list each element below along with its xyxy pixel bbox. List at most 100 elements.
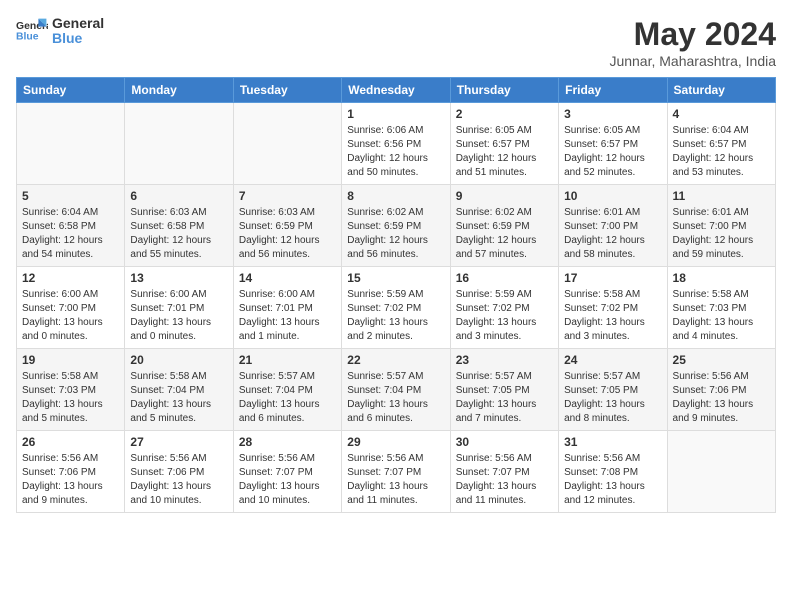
- day-info: Sunrise: 5:56 AM Sunset: 7:06 PM Dayligh…: [673, 370, 770, 426]
- location-title: Junnar, Maharashtra, India: [609, 53, 776, 69]
- calendar-cell: 23 Sunrise: 5:57 AM Sunset: 7:05 PM Dayli…: [450, 349, 558, 431]
- day-number: 19: [22, 353, 119, 367]
- day-number: 21: [239, 353, 336, 367]
- day-info: Sunrise: 5:58 AM Sunset: 7:03 PM Dayligh…: [22, 370, 119, 426]
- weekday-tuesday: Tuesday: [233, 78, 341, 103]
- calendar-cell: 8 Sunrise: 6:02 AM Sunset: 6:59 PM Daylig…: [342, 185, 450, 267]
- day-info: Sunrise: 5:57 AM Sunset: 7:05 PM Dayligh…: [456, 370, 553, 426]
- day-info: Sunrise: 5:59 AM Sunset: 7:02 PM Dayligh…: [347, 288, 444, 344]
- calendar-cell: [17, 103, 125, 185]
- day-number: 6: [130, 189, 227, 203]
- day-number: 5: [22, 189, 119, 203]
- day-number: 16: [456, 271, 553, 285]
- title-block: May 2024 Junnar, Maharashtra, India: [609, 16, 776, 69]
- weekday-thursday: Thursday: [450, 78, 558, 103]
- calendar-week-5: 26 Sunrise: 5:56 AM Sunset: 7:06 PM Dayli…: [17, 431, 776, 513]
- day-number: 13: [130, 271, 227, 285]
- day-info: Sunrise: 6:00 AM Sunset: 7:00 PM Dayligh…: [22, 288, 119, 344]
- day-number: 12: [22, 271, 119, 285]
- calendar-cell: 26Sunrise: 5:56 AM Sunset: 7:06 PM Dayli…: [17, 431, 125, 513]
- calendar-cell: 5 Sunrise: 6:04 AM Sunset: 6:58 PM Daylig…: [17, 185, 125, 267]
- calendar-cell: 6 Sunrise: 6:03 AM Sunset: 6:58 PM Daylig…: [125, 185, 233, 267]
- calendar-cell: 17Sunrise: 5:58 AM Sunset: 7:02 PM Dayli…: [559, 267, 667, 349]
- weekday-monday: Monday: [125, 78, 233, 103]
- calendar-cell: 25Sunrise: 5:56 AM Sunset: 7:06 PM Dayli…: [667, 349, 775, 431]
- day-info: Sunrise: 6:05 AM Sunset: 6:57 PM Dayligh…: [456, 124, 553, 180]
- day-number: 9: [456, 189, 553, 203]
- calendar-cell: 9 Sunrise: 6:02 AM Sunset: 6:59 PM Daylig…: [450, 185, 558, 267]
- calendar-cell: 15 Sunrise: 5:59 AM Sunset: 7:02 PM Dayli…: [342, 267, 450, 349]
- calendar-cell: 3 Sunrise: 6:05 AM Sunset: 6:57 PM Daylig…: [559, 103, 667, 185]
- day-info: Sunrise: 6:04 AM Sunset: 6:58 PM Dayligh…: [22, 206, 119, 262]
- day-number: 30: [456, 435, 553, 449]
- calendar-cell: 19 Sunrise: 5:58 AM Sunset: 7:03 PM Dayli…: [17, 349, 125, 431]
- logo-text-general: General: [52, 16, 104, 31]
- calendar-cell: 16 Sunrise: 5:59 AM Sunset: 7:02 PM Dayli…: [450, 267, 558, 349]
- weekday-header-row: SundayMondayTuesdayWednesdayThursdayFrid…: [17, 78, 776, 103]
- logo-icon: General Blue: [16, 17, 48, 45]
- day-info: Sunrise: 6:00 AM Sunset: 7:01 PM Dayligh…: [239, 288, 336, 344]
- calendar-cell: 2 Sunrise: 6:05 AM Sunset: 6:57 PM Daylig…: [450, 103, 558, 185]
- page-header: General Blue General Blue May 2024 Junna…: [16, 16, 776, 69]
- weekday-wednesday: Wednesday: [342, 78, 450, 103]
- day-number: 24: [564, 353, 661, 367]
- calendar-cell: 21 Sunrise: 5:57 AM Sunset: 7:04 PM Dayli…: [233, 349, 341, 431]
- calendar-week-2: 5 Sunrise: 6:04 AM Sunset: 6:58 PM Daylig…: [17, 185, 776, 267]
- day-info: Sunrise: 6:06 AM Sunset: 6:56 PM Dayligh…: [347, 124, 444, 180]
- day-info: Sunrise: 6:01 AM Sunset: 7:00 PM Dayligh…: [673, 206, 770, 262]
- day-number: 31: [564, 435, 661, 449]
- day-number: 20: [130, 353, 227, 367]
- day-number: 10: [564, 189, 661, 203]
- calendar-cell: 1 Sunrise: 6:06 AM Sunset: 6:56 PM Daylig…: [342, 103, 450, 185]
- day-info: Sunrise: 6:01 AM Sunset: 7:00 PM Dayligh…: [564, 206, 661, 262]
- day-info: Sunrise: 5:57 AM Sunset: 7:05 PM Dayligh…: [564, 370, 661, 426]
- day-info: Sunrise: 5:56 AM Sunset: 7:06 PM Dayligh…: [130, 452, 227, 508]
- day-info: Sunrise: 5:56 AM Sunset: 7:07 PM Dayligh…: [347, 452, 444, 508]
- calendar-cell: 11 Sunrise: 6:01 AM Sunset: 7:00 PM Dayli…: [667, 185, 775, 267]
- calendar-cell: [125, 103, 233, 185]
- day-info: Sunrise: 6:03 AM Sunset: 6:59 PM Dayligh…: [239, 206, 336, 262]
- day-number: 14: [239, 271, 336, 285]
- day-info: Sunrise: 5:59 AM Sunset: 7:02 PM Dayligh…: [456, 288, 553, 344]
- day-number: 18: [673, 271, 770, 285]
- weekday-friday: Friday: [559, 78, 667, 103]
- day-info: Sunrise: 6:02 AM Sunset: 6:59 PM Dayligh…: [456, 206, 553, 262]
- calendar-cell: 7 Sunrise: 6:03 AM Sunset: 6:59 PM Daylig…: [233, 185, 341, 267]
- day-info: Sunrise: 6:00 AM Sunset: 7:01 PM Dayligh…: [130, 288, 227, 344]
- day-info: Sunrise: 6:02 AM Sunset: 6:59 PM Dayligh…: [347, 206, 444, 262]
- day-number: 23: [456, 353, 553, 367]
- svg-text:Blue: Blue: [16, 32, 39, 43]
- calendar-cell: 24 Sunrise: 5:57 AM Sunset: 7:05 PM Dayli…: [559, 349, 667, 431]
- day-number: 26: [22, 435, 119, 449]
- day-info: Sunrise: 5:57 AM Sunset: 7:04 PM Dayligh…: [239, 370, 336, 426]
- calendar-cell: 28 Sunrise: 5:56 AM Sunset: 7:07 PM Dayli…: [233, 431, 341, 513]
- day-number: 29: [347, 435, 444, 449]
- calendar-cell: 12 Sunrise: 6:00 AM Sunset: 7:00 PM Dayli…: [17, 267, 125, 349]
- day-info: Sunrise: 5:58 AM Sunset: 7:04 PM Dayligh…: [130, 370, 227, 426]
- day-info: Sunrise: 5:56 AM Sunset: 7:07 PM Dayligh…: [239, 452, 336, 508]
- day-info: Sunrise: 6:03 AM Sunset: 6:58 PM Dayligh…: [130, 206, 227, 262]
- day-number: 22: [347, 353, 444, 367]
- calendar-cell: 29 Sunrise: 5:56 AM Sunset: 7:07 PM Dayli…: [342, 431, 450, 513]
- day-number: 11: [673, 189, 770, 203]
- logo: General Blue General Blue: [16, 16, 104, 47]
- day-info: Sunrise: 5:58 AM Sunset: 7:03 PM Dayligh…: [673, 288, 770, 344]
- day-info: Sunrise: 6:05 AM Sunset: 6:57 PM Dayligh…: [564, 124, 661, 180]
- calendar-cell: 27Sunrise: 5:56 AM Sunset: 7:06 PM Dayli…: [125, 431, 233, 513]
- day-number: 1: [347, 107, 444, 121]
- day-number: 15: [347, 271, 444, 285]
- calendar-table: SundayMondayTuesdayWednesdayThursdayFrid…: [16, 77, 776, 513]
- day-number: 2: [456, 107, 553, 121]
- day-info: Sunrise: 5:56 AM Sunset: 7:08 PM Dayligh…: [564, 452, 661, 508]
- day-number: 28: [239, 435, 336, 449]
- calendar-cell: 10 Sunrise: 6:01 AM Sunset: 7:00 PM Dayli…: [559, 185, 667, 267]
- day-number: 8: [347, 189, 444, 203]
- calendar-cell: 31 Sunrise: 5:56 AM Sunset: 7:08 PM Dayli…: [559, 431, 667, 513]
- calendar-cell: 14 Sunrise: 6:00 AM Sunset: 7:01 PM Dayli…: [233, 267, 341, 349]
- day-number: 7: [239, 189, 336, 203]
- weekday-saturday: Saturday: [667, 78, 775, 103]
- calendar-cell: [233, 103, 341, 185]
- day-number: 3: [564, 107, 661, 121]
- day-number: 17: [564, 271, 661, 285]
- calendar-cell: 4Sunrise: 6:04 AM Sunset: 6:57 PM Daylig…: [667, 103, 775, 185]
